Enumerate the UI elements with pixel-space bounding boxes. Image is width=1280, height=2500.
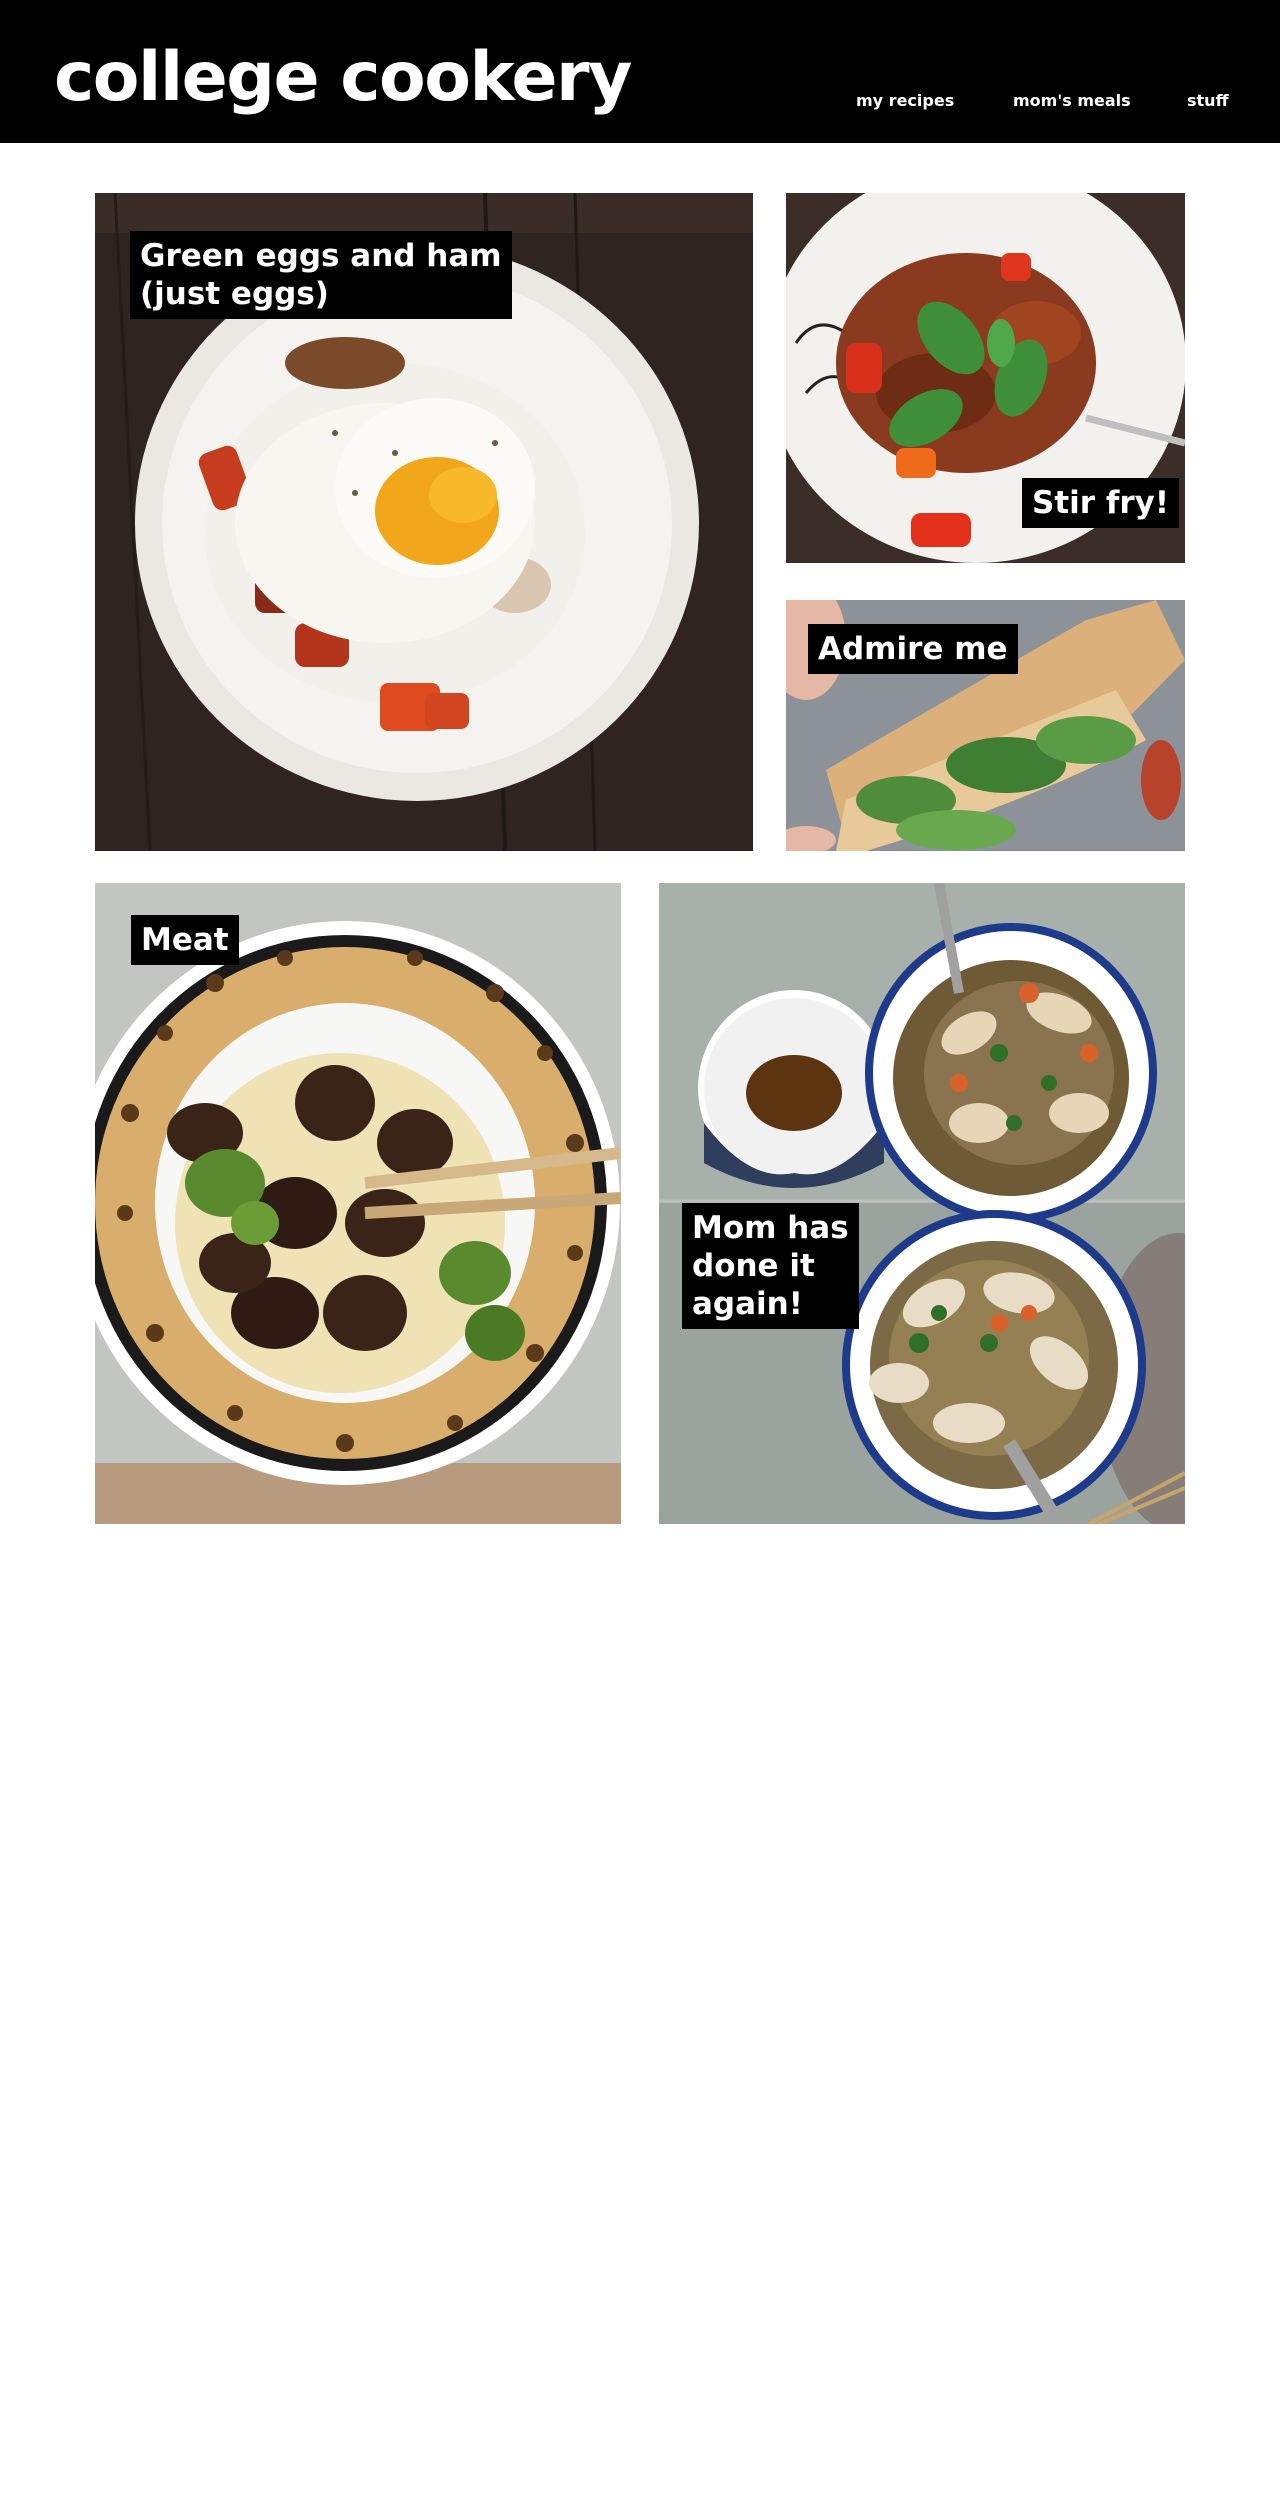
caption-mom-again: Mom has done it again! — [682, 1203, 859, 1329]
nav-stuff[interactable]: stuff — [1187, 91, 1229, 110]
gallery-card-green-eggs[interactable]: Green eggs and ham (just eggs) — [95, 193, 753, 851]
caption-line: Stir fry! — [1032, 485, 1169, 521]
site-title[interactable]: college cookery — [54, 44, 632, 112]
caption-line: Mom has — [692, 1210, 849, 1246]
caption-line: Meat — [141, 922, 229, 958]
caption-line: (just eggs) — [140, 276, 329, 312]
nav-my-recipes[interactable]: my recipes — [856, 91, 954, 110]
beef-broccoli-photo — [95, 883, 621, 1524]
caption-line: Green eggs and ham — [140, 238, 502, 274]
gallery-card-mom-again[interactable]: Mom has done it again! — [659, 883, 1185, 1524]
caption-line: Admire me — [818, 631, 1008, 667]
caption-green-eggs: Green eggs and ham (just eggs) — [130, 231, 512, 319]
caption-stir-fry: Stir fry! — [1022, 478, 1179, 528]
nav-moms-meals[interactable]: mom's meals — [1013, 91, 1131, 110]
gallery-card-stir-fry[interactable]: Stir fry! — [786, 193, 1185, 563]
caption-line: again! — [692, 1286, 803, 1322]
caption-line: done it — [692, 1248, 815, 1284]
caption-admire-me: Admire me — [808, 624, 1018, 674]
gallery-card-meat[interactable]: Meat — [95, 883, 621, 1524]
gallery-card-admire-me[interactable]: Admire me — [786, 600, 1185, 851]
caption-meat: Meat — [131, 915, 239, 965]
site-header: college cookery my recipes mom's meals s… — [0, 0, 1280, 143]
